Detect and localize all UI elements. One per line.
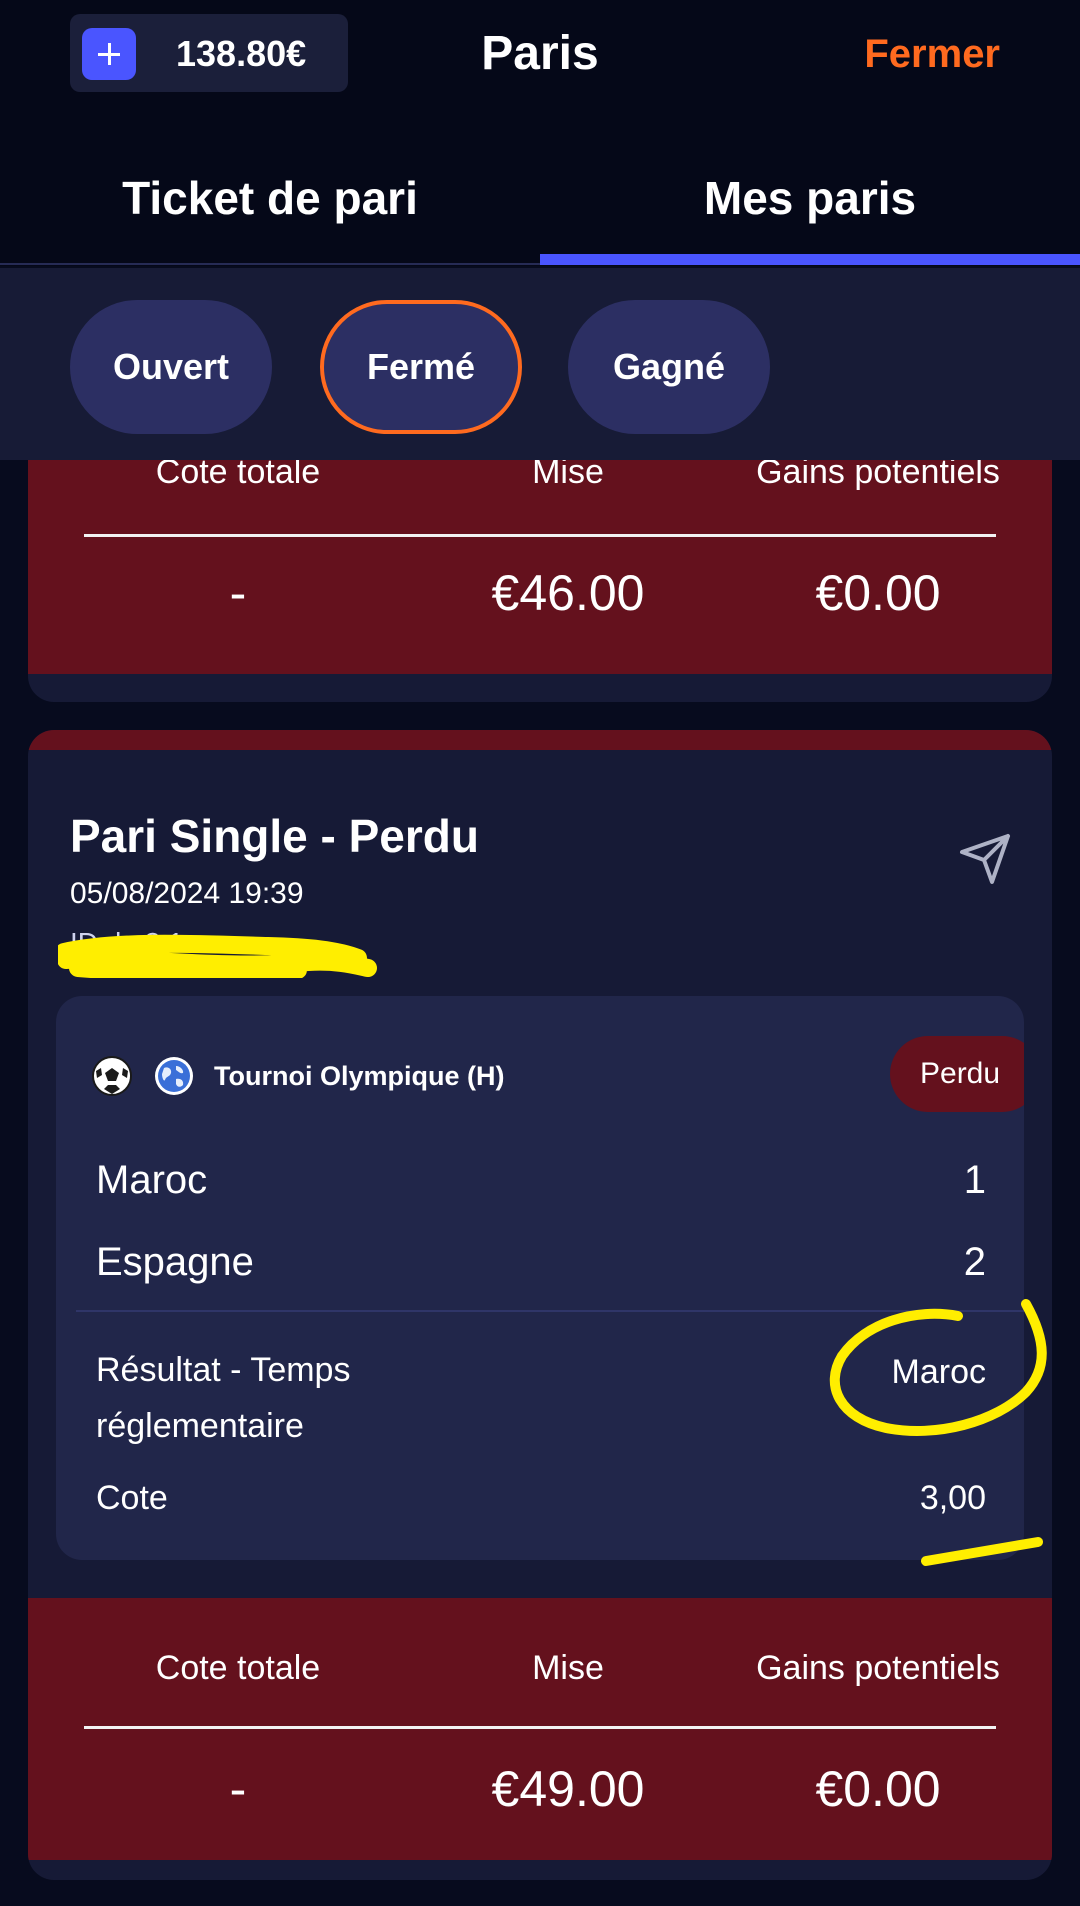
redaction-scribble — [58, 934, 377, 978]
summary-header-total-odds: Cote totale — [155, 1649, 321, 1687]
competition-name: Tournoi Olympique (H) — [214, 1061, 505, 1091]
loss-indicator-strip — [28, 730, 1052, 750]
event-details: Tournoi Olympique (H) Perdu Maroc 1 Espa… — [56, 996, 1024, 1560]
bet-selection: Maroc — [891, 1353, 986, 1391]
event-divider — [76, 1310, 1024, 1312]
bet-summary: Cote totale Mise Gains potentiels - €49.… — [28, 1598, 1052, 1860]
share-icon[interactable] — [954, 828, 1016, 890]
summary-total-odds: - — [229, 1761, 247, 1817]
bet-title: Pari Single - Perdu — [70, 810, 479, 862]
tab-ticket-de-pari[interactable]: Ticket de pari — [0, 170, 540, 226]
status-filter-bar: Ouvert Fermé Gagné — [0, 268, 1080, 460]
summary-header-potential-winnings: Gains potentiels — [756, 1649, 1000, 1687]
summary-potential-winnings: €0.00 — [815, 1761, 941, 1817]
close-button[interactable]: Fermer — [864, 28, 1000, 80]
filter-ouvert[interactable]: Ouvert — [70, 300, 272, 434]
filter-gagne[interactable]: Gagné — [568, 300, 770, 434]
summary-divider — [84, 534, 996, 537]
bet-date: 05/08/2024 19:39 — [70, 877, 304, 910]
football-icon — [92, 1056, 132, 1096]
odds-value: 3,00 — [919, 1479, 986, 1517]
score-away: 2 — [963, 1240, 986, 1284]
globe-icon — [155, 1057, 193, 1095]
filter-ferme[interactable]: Fermé — [320, 300, 522, 434]
market-name: Résultat - Temps réglementaire — [96, 1351, 351, 1445]
tab-mes-paris[interactable]: Mes paris — [540, 170, 1080, 226]
tab-divider — [0, 263, 540, 265]
summary-stake: €46.00 — [491, 565, 645, 621]
previous-bet-card: Cote totale Mise Gains potentiels - €46.… — [28, 430, 1052, 702]
active-tab-indicator — [540, 254, 1080, 265]
previous-bet-summary: Cote totale Mise Gains potentiels - €46.… — [28, 430, 1052, 674]
bet-card[interactable]: Pari Single - Perdu 05/08/2024 19:39 ID … — [28, 730, 1052, 1880]
top-bar: 138.80€ Paris Fermer — [0, 0, 1080, 110]
summary-total-odds: - — [229, 565, 247, 621]
tab-bar: Ticket de pari Mes paris — [0, 110, 1080, 266]
summary-stake: €49.00 — [491, 1761, 645, 1817]
summary-header-stake: Mise — [532, 1649, 604, 1687]
team-away: Espagne — [96, 1240, 254, 1284]
team-home: Maroc — [96, 1158, 208, 1202]
status-badge: Perdu — [890, 1036, 1024, 1112]
score-home: 1 — [963, 1158, 986, 1202]
summary-divider — [84, 1726, 996, 1729]
odds-label: Cote — [96, 1479, 168, 1517]
summary-potential-winnings: €0.00 — [815, 565, 941, 621]
